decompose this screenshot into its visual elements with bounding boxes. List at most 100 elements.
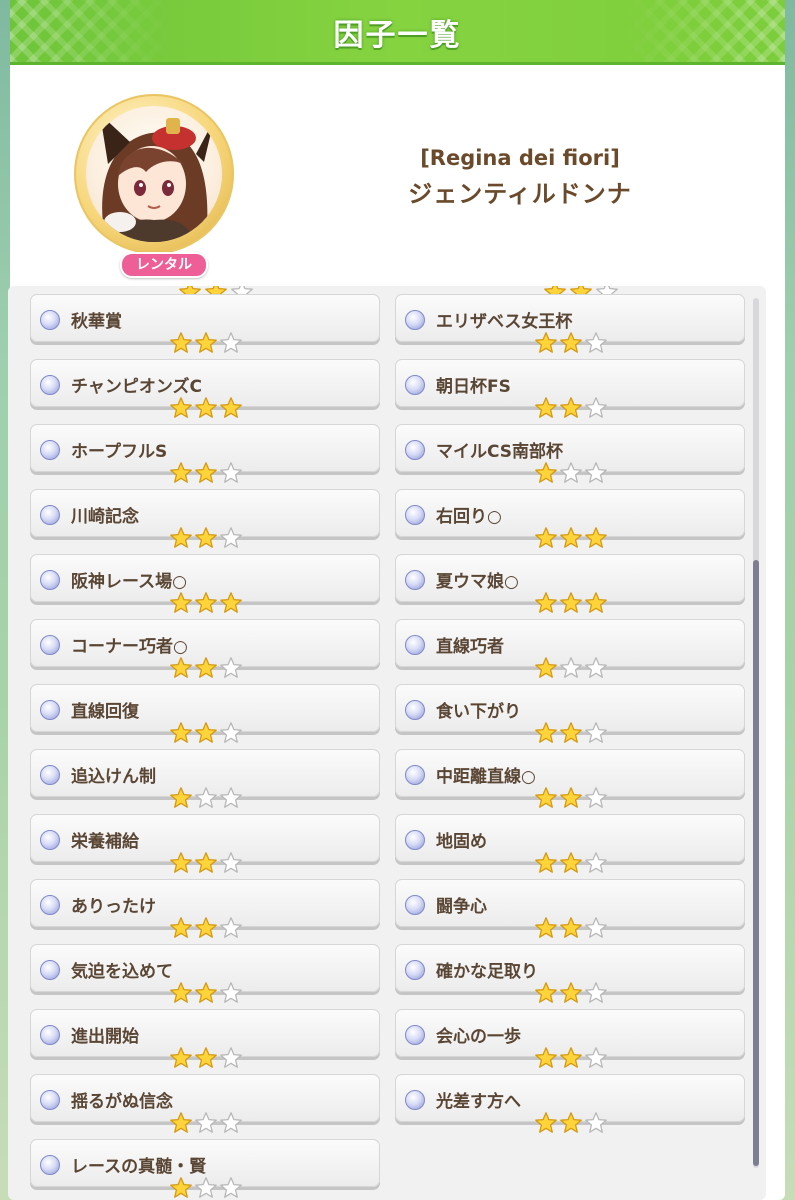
factor-bullet-icon — [405, 765, 425, 785]
factor-stars — [534, 981, 608, 1005]
star-empty-icon — [195, 787, 217, 808]
factor-item[interactable]: 直線巧者 — [395, 619, 745, 678]
factor-bullet-icon — [40, 570, 60, 590]
factor-bullet-icon — [40, 440, 60, 460]
factor-item[interactable]: エリザベス女王杯 — [395, 294, 745, 353]
factor-item[interactable]: レースの真髄・賢 — [30, 1139, 380, 1198]
star-empty-icon — [195, 1112, 217, 1133]
factor-stars — [534, 721, 608, 745]
star-empty-icon — [220, 787, 242, 808]
star-empty-icon — [585, 1112, 607, 1133]
star-filled-icon — [195, 1047, 217, 1068]
header-bar: 因子一覧 — [10, 0, 785, 65]
factor-item[interactable]: 夏ウマ娘○ — [395, 554, 745, 613]
star-filled-icon — [170, 787, 192, 808]
character-avatar[interactable]: レンタル — [74, 94, 242, 278]
factor-stars — [534, 851, 608, 875]
factor-item[interactable]: 食い下がり — [395, 684, 745, 743]
scrollbar-thumb[interactable] — [753, 560, 759, 1166]
factor-bullet-icon — [405, 375, 425, 395]
star-filled-icon — [585, 592, 607, 613]
star-filled-icon — [535, 982, 557, 1003]
star-empty-icon — [220, 917, 242, 938]
factor-bullet-icon — [40, 310, 60, 330]
factor-item[interactable]: ありったけ — [30, 879, 380, 938]
character-info: [Regina dei fiori] ジェンティルドンナ — [340, 146, 700, 209]
star-filled-icon — [560, 592, 582, 613]
factor-label: エリザベス女王杯 — [436, 312, 573, 332]
factor-stars — [169, 1111, 243, 1135]
factor-item[interactable]: マイルCS南部杯 — [395, 424, 745, 483]
star-filled-icon — [170, 722, 192, 743]
factor-item[interactable]: 阪神レース場○ — [30, 554, 380, 613]
factor-stars — [534, 331, 608, 355]
factor-item[interactable]: 朝日杯FS — [395, 359, 745, 418]
page-title: 因子一覧 — [333, 18, 462, 53]
star-empty-icon — [220, 1177, 242, 1198]
factor-item[interactable]: 進出開始 — [30, 1009, 380, 1068]
star-filled-icon — [170, 397, 192, 418]
star-empty-icon — [220, 332, 242, 353]
factor-item[interactable]: 地固め — [395, 814, 745, 873]
star-filled-icon — [560, 332, 582, 353]
star-filled-icon — [560, 917, 582, 938]
factor-item[interactable]: 追込けん制 — [30, 749, 380, 808]
factor-item[interactable]: 光差す方へ — [395, 1074, 745, 1133]
factor-item[interactable]: 揺るがぬ信念 — [30, 1074, 380, 1133]
star-filled-icon — [585, 527, 607, 548]
factor-item[interactable]: 会心の一歩 — [395, 1009, 745, 1068]
factor-label: 進出開始 — [71, 1027, 139, 1047]
star-filled-icon — [170, 1177, 192, 1198]
factor-label: 右回り○ — [436, 507, 502, 527]
factor-item[interactable]: チャンピオンズC — [30, 359, 380, 418]
star-filled-icon — [560, 722, 582, 743]
star-filled-icon — [195, 982, 217, 1003]
factor-stars — [534, 656, 608, 680]
factor-item[interactable]: コーナー巧者○ — [30, 619, 380, 678]
star-filled-icon — [535, 462, 557, 483]
star-empty-icon — [585, 982, 607, 1003]
factor-stars — [534, 1046, 608, 1070]
star-empty-icon — [560, 462, 582, 483]
star-filled-icon — [560, 397, 582, 418]
factor-item[interactable]: 栄養補給 — [30, 814, 380, 873]
star-filled-icon — [195, 917, 217, 938]
star-filled-icon — [195, 722, 217, 743]
factor-item[interactable]: ホープフルS — [30, 424, 380, 483]
star-filled-icon — [170, 982, 192, 1003]
factor-label: 阪神レース場○ — [71, 572, 187, 592]
star-filled-icon — [535, 592, 557, 613]
star-filled-icon — [195, 592, 217, 613]
star-filled-icon — [195, 462, 217, 483]
star-empty-icon — [585, 332, 607, 353]
star-filled-icon — [535, 722, 557, 743]
factor-item[interactable]: 直線回復 — [30, 684, 380, 743]
star-empty-icon — [585, 1047, 607, 1068]
factor-bullet-icon — [40, 1025, 60, 1045]
factor-item[interactable]: 闘争心 — [395, 879, 745, 938]
star-filled-icon — [535, 1047, 557, 1068]
factor-stars — [169, 916, 243, 940]
factor-item[interactable]: 川崎記念 — [30, 489, 380, 548]
star-filled-icon — [560, 787, 582, 808]
factor-stars — [169, 1046, 243, 1070]
star-filled-icon — [195, 397, 217, 418]
factor-list[interactable]: 秋華賞チャンピオンズC ホープフルS 川崎記念阪神レース場○ コーナー巧者○ 直線回復追… — [8, 286, 766, 1200]
factor-item[interactable]: 中距離直線○ — [395, 749, 745, 808]
factor-item[interactable]: 右回り○ — [395, 489, 745, 548]
factor-stars — [534, 461, 608, 485]
factor-item[interactable]: 気迫を込めて — [30, 944, 380, 1003]
star-filled-icon — [170, 657, 192, 678]
star-filled-icon — [195, 657, 217, 678]
factor-stars — [534, 591, 608, 615]
star-empty-icon — [220, 657, 242, 678]
factor-label: ありったけ — [71, 897, 156, 917]
character-name: ジェンティルドンナ — [408, 180, 632, 208]
avatar-portrait — [86, 106, 222, 242]
factor-bullet-icon — [405, 960, 425, 980]
factor-bullet-icon — [405, 895, 425, 915]
factor-label: 確かな足取り — [436, 962, 538, 982]
factor-bullet-icon — [40, 1155, 60, 1175]
factor-item[interactable]: 秋華賞 — [30, 294, 380, 353]
factor-item[interactable]: 確かな足取り — [395, 944, 745, 1003]
